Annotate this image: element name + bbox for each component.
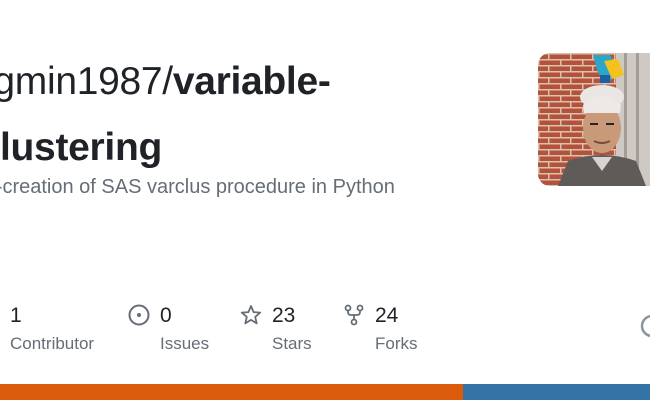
repo-name-part-1[interactable]: variable- xyxy=(173,60,331,103)
stars-label: Stars xyxy=(272,334,312,353)
issues-count: 0 xyxy=(160,304,172,327)
issue-icon xyxy=(128,304,150,326)
repo-description: re-creation of SAS varclus procedure in … xyxy=(0,176,395,198)
forks-count: 24 xyxy=(375,304,399,327)
language-bar xyxy=(0,384,650,400)
owner-avatar xyxy=(538,53,650,186)
contributors-count: 1 xyxy=(10,304,22,327)
repo-stats: 1 Contributor 0 Issues 23 Stars 24 Forks xyxy=(0,300,650,360)
language-segment-python xyxy=(463,384,650,400)
issues-label: Issues xyxy=(160,334,210,353)
language-segment-jupyter xyxy=(0,384,464,400)
repo-name-part-2[interactable]: clustering xyxy=(0,126,162,169)
forks-label: Forks xyxy=(375,334,418,353)
avatar-photo xyxy=(538,53,650,186)
contributors-label: Contributor xyxy=(10,334,95,353)
repo-title[interactable]: ngmin1987/variable- clustering xyxy=(0,56,492,174)
fork-icon xyxy=(343,304,365,326)
stars-count: 23 xyxy=(272,304,296,327)
star-icon xyxy=(240,304,262,326)
repo-owner[interactable]: ngmin1987/ xyxy=(0,60,173,103)
github-logo-icon xyxy=(640,311,650,341)
